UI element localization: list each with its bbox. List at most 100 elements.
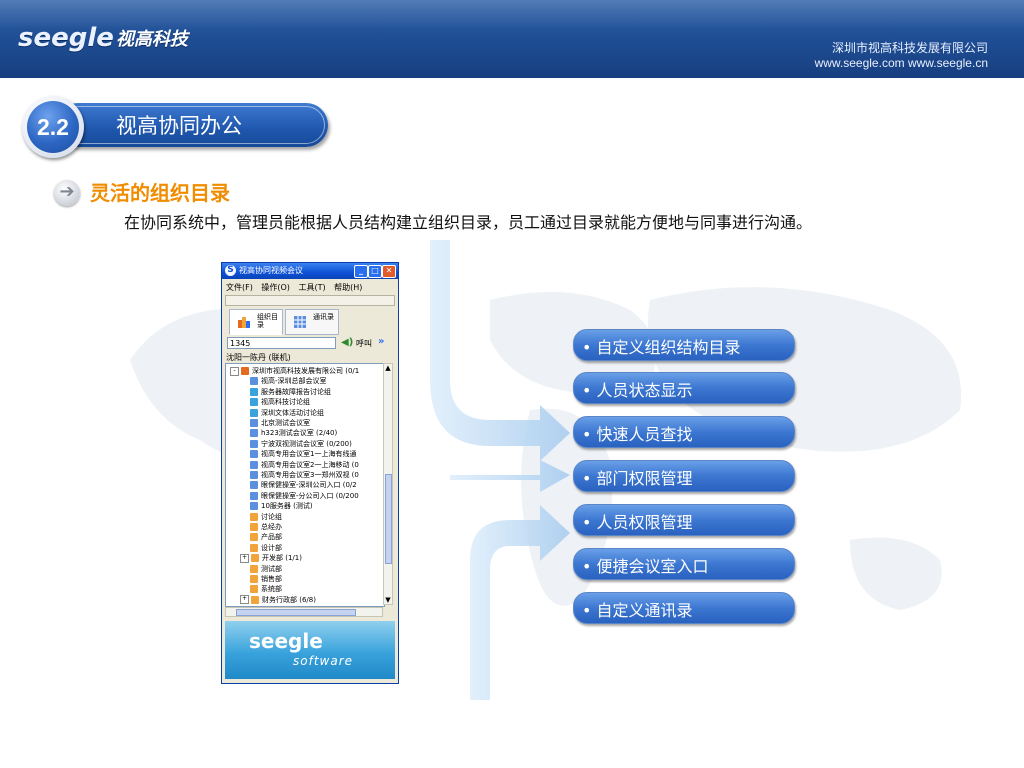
tree-item[interactable]: 10服务器 (测试) bbox=[240, 501, 313, 511]
logo-cn-name: 视高科技 bbox=[115, 29, 188, 50]
org-tree-icon bbox=[238, 317, 250, 328]
vertical-scrollbar[interactable]: ▲ ▼ bbox=[383, 363, 393, 605]
tree-item[interactable]: 视高专用会议室3一郑州双视 (0 bbox=[240, 470, 359, 480]
tree-item[interactable]: 宁波双视测试会议室 (0/200) bbox=[240, 439, 352, 449]
expand-icon[interactable]: + bbox=[240, 595, 249, 605]
tree-item-label: 销售部 bbox=[261, 575, 282, 583]
room-icon bbox=[250, 419, 258, 427]
search-input[interactable]: 1345 bbox=[227, 337, 336, 349]
tree-item-label: 讨论组 bbox=[261, 512, 282, 521]
arrow-right-icon: ➔ bbox=[54, 180, 80, 206]
call-button[interactable]: 呼叫 bbox=[356, 338, 372, 349]
horizontal-scrollbar[interactable] bbox=[225, 607, 383, 617]
minimize-button[interactable]: _ bbox=[354, 265, 368, 278]
tree-item-label: 设计部 bbox=[261, 543, 282, 552]
tree-item-label: 系统部 bbox=[261, 585, 282, 594]
tree-item[interactable]: 系统部 bbox=[240, 584, 282, 594]
footer-brand-sub: software bbox=[293, 654, 354, 668]
tree-item[interactable]: 视高科技讨论组 bbox=[240, 397, 310, 407]
scroll-up-icon[interactable]: ▲ bbox=[384, 364, 392, 372]
tree-item[interactable]: 北京测试会议室 bbox=[240, 418, 310, 428]
tree-item-label: 深圳文体活动讨论组 bbox=[261, 408, 324, 417]
address-grid-icon bbox=[294, 316, 306, 328]
room-icon bbox=[250, 450, 258, 459]
tree-item-label: 财务行政部 (6/8) bbox=[262, 595, 316, 604]
group-icon bbox=[250, 398, 258, 407]
feature-pill: • 人员状态显示 bbox=[573, 372, 795, 404]
feature-text: • 自定义通讯录 bbox=[582, 601, 693, 620]
group-icon bbox=[250, 387, 258, 396]
tab-address-label: 通讯录 bbox=[313, 313, 334, 321]
room-icon bbox=[250, 491, 258, 500]
company-urls: www.seegle.com www.seegle.cn bbox=[814, 56, 988, 70]
tree-item[interactable]: 服务器故障报告讨论组 bbox=[240, 387, 331, 397]
maximize-button[interactable]: □ bbox=[368, 265, 382, 278]
tree-item-label: 宁波双视测试会议室 (0/200) bbox=[261, 439, 352, 448]
company-name: 深圳市视高科技发展有限公司 bbox=[831, 41, 988, 55]
feature-pill: • 快速人员查找 bbox=[573, 416, 795, 448]
tree-item-label: 服务器故障报告讨论组 bbox=[261, 387, 331, 396]
feature-text: • 部门权限管理 bbox=[582, 469, 693, 488]
brand-footer: seegle software bbox=[225, 621, 395, 679]
tree-item-label: h323测试会议室 (2/40) bbox=[261, 429, 338, 438]
tree-item[interactable]: 总经办 bbox=[240, 522, 282, 532]
window-titlebar[interactable]: S 视高协同视频会议 _ □ ✕ bbox=[222, 263, 398, 279]
feature-text: • 人员权限管理 bbox=[582, 513, 693, 532]
dept-icon bbox=[250, 523, 258, 531]
tree-item-label: 产品部 bbox=[261, 533, 282, 542]
tree-item[interactable]: 视高专用会议室2一上海移动 (0 bbox=[240, 460, 359, 470]
tree-item[interactable]: + 开发部 (1/1) bbox=[240, 553, 302, 563]
tree-item[interactable]: + 财务行政部 (6/8) bbox=[240, 595, 316, 605]
tree-item[interactable]: 讨论组 bbox=[240, 512, 282, 522]
tree-item-label: 北京测试会议室 bbox=[261, 419, 310, 427]
tree-item[interactable]: 眼保健操室-分公司入口 (0/200 bbox=[240, 491, 359, 501]
tree-item[interactable]: 设计部 bbox=[240, 543, 282, 553]
tree-item[interactable]: - 深圳市视高科技发展有限公司 (0/1 bbox=[230, 366, 359, 376]
tab-org-directory[interactable]: 组织目录 bbox=[229, 309, 283, 335]
description-paragraph: 在协同系统中，管理员能根据人员结构建立组织目录，员工通过目录就能方便地与同事进行… bbox=[124, 213, 813, 232]
window-title: 视高协同视频会议 bbox=[239, 266, 303, 275]
menu-tools[interactable]: 工具(T) bbox=[298, 283, 325, 292]
feature-text: • 快速人员查找 bbox=[582, 425, 693, 444]
dept-icon bbox=[251, 595, 259, 604]
group-icon bbox=[250, 408, 258, 417]
org-tree[interactable]: - 深圳市视高科技发展有限公司 (0/1 视高-深圳总部会议室 服务器故障报告讨论组视… bbox=[225, 363, 385, 607]
tree-item-label: 视高-深圳总部会议室 bbox=[261, 377, 327, 386]
tree-item[interactable]: 视高专用会议室1一上海有线通 bbox=[240, 449, 356, 459]
hscroll-thumb[interactable] bbox=[236, 609, 356, 616]
tree-item[interactable]: 产品部 bbox=[240, 532, 282, 542]
section-number: 2.2 bbox=[37, 114, 69, 140]
tab-address-book[interactable]: 通讯录 bbox=[285, 309, 339, 335]
menu-operate[interactable]: 操作(O) bbox=[261, 283, 290, 292]
close-button[interactable]: ✕ bbox=[382, 265, 396, 278]
tree-item[interactable]: 测试部 bbox=[240, 564, 282, 574]
top-banner: seegle 视高科技 深圳市视高科技发展有限公司 www.seegle.com… bbox=[0, 0, 1024, 78]
tree-item[interactable]: 视高-深圳总部会议室 bbox=[240, 376, 327, 386]
feature-pill: • 便捷会议室入口 bbox=[573, 548, 795, 580]
tree-item-label: 视高专用会议室3一郑州双视 (0 bbox=[261, 471, 359, 479]
tree-item[interactable]: 深圳文体活动讨论组 bbox=[240, 408, 324, 418]
room-icon bbox=[250, 471, 258, 479]
menu-file[interactable]: 文件(F) bbox=[226, 283, 253, 292]
app-window: S 视高协同视频会议 _ □ ✕ 文件(F) 操作(O) 工具(T) 帮助(H)… bbox=[221, 262, 399, 684]
section-number-badge: 2.2 bbox=[22, 96, 84, 158]
room-icon bbox=[250, 377, 258, 386]
tree-item[interactable]: h323测试会议室 (2/40) bbox=[240, 428, 337, 438]
tree-item-label: 深圳市视高科技发展有限公司 (0/1 bbox=[252, 367, 360, 375]
tree-item[interactable]: 销售部 bbox=[240, 574, 282, 584]
dept-icon bbox=[250, 564, 258, 573]
menu-help[interactable]: 帮助(H) bbox=[334, 283, 362, 292]
expand-more-icon[interactable]: » bbox=[378, 336, 384, 347]
feature-pill: • 自定义通讯录 bbox=[573, 592, 795, 624]
call-icon[interactable]: ◀) bbox=[341, 337, 353, 348]
company-info: 深圳市视高科技发展有限公司 www.seegle.com www.seegle.… bbox=[815, 41, 988, 71]
scroll-down-icon[interactable]: ▼ bbox=[384, 596, 392, 604]
collapse-icon[interactable]: - bbox=[230, 366, 239, 376]
feature-text: • 人员状态显示 bbox=[582, 381, 693, 400]
tree-item-label: 10服务器 (测试) bbox=[261, 502, 313, 511]
scroll-thumb[interactable] bbox=[385, 474, 392, 564]
room-icon bbox=[250, 429, 258, 438]
tree-item[interactable]: 眼保健操室-深圳公司入口 (0/2 bbox=[240, 480, 357, 490]
toolbar-strip bbox=[225, 295, 395, 306]
expand-icon[interactable]: + bbox=[240, 553, 249, 563]
